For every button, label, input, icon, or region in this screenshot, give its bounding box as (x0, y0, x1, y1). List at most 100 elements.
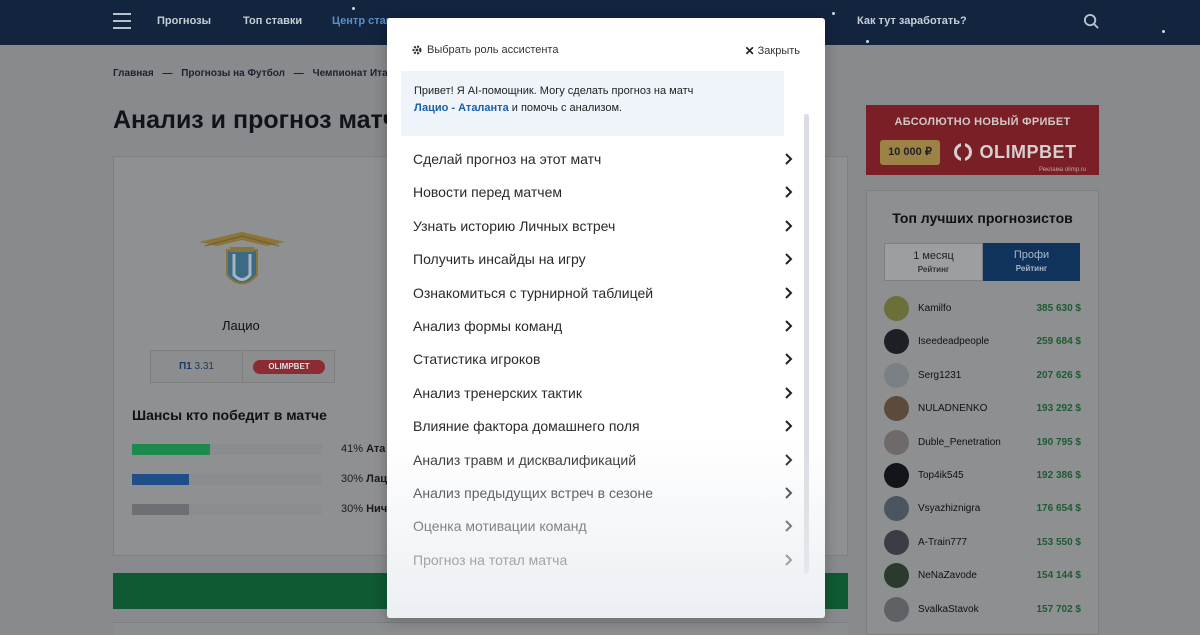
forecaster-row[interactable]: A-Train777 153 550 $ (884, 529, 1082, 556)
forecaster-score: 154 144 $ (1036, 570, 1082, 582)
olimpbet-logo-icon (954, 143, 972, 161)
tab-sublabel: Рейтинг (917, 265, 950, 274)
top-forecasters-title: Топ лучших прогнозистов (892, 210, 1073, 226)
forecaster-score: 385 630 $ (1036, 303, 1082, 314)
forecaster-row[interactable]: Duble_Penetration 190 795 $ (884, 429, 1082, 456)
odds-value: 3.31 (194, 361, 214, 372)
greeting-tail: и помочь с анализом. (508, 102, 623, 114)
forecaster-row[interactable]: Top4ik545 192 386 $ (884, 463, 1081, 489)
chevron-right-icon (785, 520, 793, 533)
tab-pro-rating[interactable]: Профи Рейтинг (983, 243, 1080, 281)
modal-scrollbar[interactable] (804, 114, 809, 574)
odds-p1[interactable]: П1 3.31 (151, 351, 243, 382)
assistant-menu-item[interactable]: Влияние фактора домашнего поля (401, 409, 797, 442)
chevron-right-icon (785, 320, 793, 332)
choose-role-button[interactable]: Выбрать роль ассистента (411, 44, 558, 56)
assistant-menu-item[interactable]: Ознакомиться с турнирной таблицей (401, 276, 797, 309)
chance-bar-fill (132, 474, 189, 485)
assistant-menu-item[interactable]: Анализ травм и дисквалификаций (401, 443, 797, 476)
forecaster-name: Iseedeadpeople (918, 336, 990, 348)
menu-item-label: Влияние фактора домашнего поля (413, 418, 640, 435)
promo-banner[interactable]: АБСОЛЮТНО НОВЫЙ ФРИБЕТ 10 000 ₽ OLIMPBET… (866, 105, 1099, 175)
menu-item-label: Ознакомиться с турнирной таблицей (413, 284, 654, 301)
chevron-right-icon (785, 487, 793, 499)
team-name-home: Лацио (222, 318, 260, 333)
gear-icon (412, 45, 422, 55)
menu-item-label: Прогноз на тотал матча (413, 551, 568, 568)
forecaster-row[interactable]: Serg1231 207 626 $ (884, 362, 1082, 389)
forecaster-row[interactable]: Iseedeadpeople 259 684 $ (884, 329, 1081, 355)
forecaster-score: 153 550 $ (1036, 536, 1082, 548)
nav-how-to-earn[interactable]: Как тут заработать? (857, 15, 967, 27)
chevron-right-icon (785, 286, 793, 299)
chance-bar-fill (132, 504, 189, 515)
chevron-right-icon (785, 253, 793, 265)
assistant-menu-item[interactable]: Статистика игроков (401, 342, 797, 375)
assistant-menu-item[interactable]: Анализ тренерских тактик (401, 376, 797, 409)
chevron-right-icon (785, 453, 793, 466)
nav-top-bets[interactable]: Топ ставки (243, 15, 302, 27)
chevron-right-icon (785, 420, 793, 432)
menu-item-label: Узнать историю Личных встреч (413, 217, 616, 234)
menu-item-label: Анализ формы команд (413, 317, 563, 334)
menu-item-label: Сделай прогноз на этот матч (413, 151, 602, 167)
snow-dot (832, 12, 835, 15)
assistant-menu-item[interactable]: Прогноз на тотал матча (401, 543, 797, 576)
avatar (884, 362, 909, 388)
assistant-menu-item[interactable]: Получить инсайды на игру (401, 242, 797, 275)
forecaster-score: 176 654 $ (1036, 503, 1082, 515)
forecaster-name: Top4ik545 (918, 470, 964, 481)
forecaster-name: NULADNENKO (918, 403, 988, 415)
forecaster-row[interactable]: NeNaZavode 154 144 $ (884, 563, 1081, 589)
chevron-right-icon (785, 153, 793, 165)
forecaster-score: 207 626 $ (1036, 369, 1082, 381)
forecaster-row[interactable]: NULADNENKO 193 292 $ (884, 396, 1081, 422)
forecaster-row[interactable]: SvalkaStavok 157 702 $ (884, 596, 1081, 623)
assistant-menu-item[interactable]: Сделай прогноз на этот матч (401, 142, 797, 175)
assistant-menu-item[interactable]: Узнать историю Личных встреч (401, 209, 797, 242)
greeting-match-link[interactable]: Лацио - Аталанта (414, 102, 509, 114)
breadcrumb-separator: — (162, 68, 173, 79)
breadcrumb: Главная — Прогнозы на Футбол — Чемпионат… (113, 68, 412, 79)
tab-sublabel: Рейтинг (1015, 264, 1048, 273)
forecaster-name: Kamilfo (918, 303, 952, 314)
avatar (884, 329, 909, 355)
menu-item-label: Новости перед матчем (413, 184, 562, 201)
tab-month-rating[interactable]: 1 месяц Рейтинг (884, 243, 983, 281)
breadcrumb-football[interactable]: Прогнозы на Футбол (181, 68, 285, 79)
menu-item-label: Получить инсайды на игру (413, 251, 586, 268)
odds-box[interactable]: П1 3.31 OLIMPBET (150, 350, 335, 383)
menu-icon[interactable] (113, 13, 131, 29)
snow-dot (352, 7, 355, 10)
forecaster-name: Serg1231 (918, 369, 962, 381)
breadcrumb-home[interactable]: Главная (113, 68, 154, 79)
assistant-menu-item[interactable]: Оценка мотивации команд (401, 509, 797, 542)
ai-assistant-modal: Выбрать роль ассистента ✕ Закрыть Привет… (387, 18, 825, 618)
snow-dot (1162, 30, 1165, 33)
chevron-right-icon (785, 353, 793, 366)
avatar (884, 396, 909, 422)
chevron-right-icon (785, 387, 793, 399)
avatar (884, 529, 909, 555)
bookmaker-badge[interactable]: OLIMPBET (253, 360, 325, 374)
forecaster-row[interactable]: Vsyazhiznigra 176 654 $ (884, 496, 1081, 522)
forecaster-score: 259 684 $ (1036, 336, 1082, 348)
forecaster-row[interactable]: Kamilfo 385 630 $ (884, 296, 1081, 322)
assistant-menu-item[interactable]: Анализ формы команд (401, 309, 797, 342)
tab-label: 1 месяц (913, 250, 954, 262)
chevron-right-icon (785, 553, 793, 566)
avatar (884, 296, 909, 321)
nav-forecasts[interactable]: Прогнозы (157, 15, 211, 27)
menu-item-label: Анализ травм и дисквалификаций (413, 451, 637, 468)
forecaster-score: 190 795 $ (1036, 436, 1082, 448)
avatar (884, 429, 909, 455)
assistant-menu-item[interactable]: Анализ предыдущих встреч в сезоне (401, 476, 797, 509)
search-icon[interactable] (1083, 13, 1100, 30)
choose-role-label: Выбрать роль ассистента (427, 44, 559, 56)
close-button[interactable]: ✕ Закрыть (745, 44, 800, 58)
chances-title: Шансы кто победит в матче (132, 407, 327, 423)
chance-bar-fill (132, 444, 210, 455)
forecaster-name: A-Train777 (918, 536, 968, 548)
assistant-menu-item[interactable]: Новости перед матчем (401, 175, 797, 208)
page-title: Анализ и прогноз матча (113, 106, 412, 134)
